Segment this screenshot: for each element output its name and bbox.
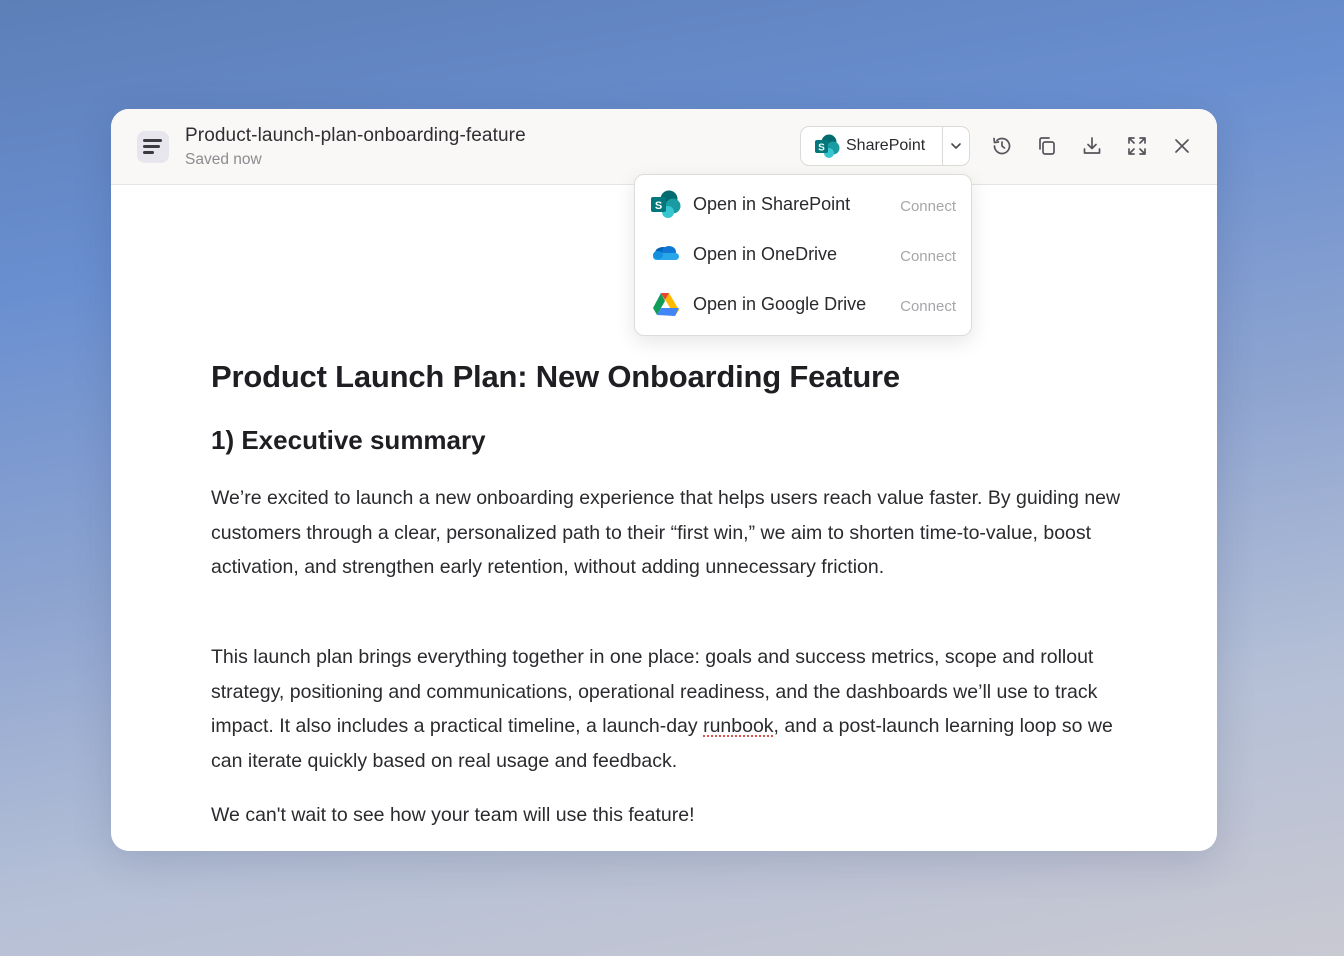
open-in-sharepoint-button[interactable]: S SharePoint — [801, 127, 942, 165]
document-lines-icon — [137, 131, 169, 163]
menu-item-open-in-onedrive[interactable]: Open in OneDrive Connect — [635, 229, 971, 279]
history-icon — [993, 137, 1011, 155]
document-heading: Product Launch Plan: New Onboarding Feat… — [211, 359, 900, 394]
menu-item-label: Open in SharePoint — [693, 194, 851, 214]
connect-link[interactable]: Connect — [900, 248, 956, 265]
document-title: Product-launch-plan-onboarding-feature — [185, 125, 526, 146]
spellcheck-flagged-word[interactable]: runbook — [703, 715, 773, 737]
paragraph: We’re excited to launch a new onboarding… — [211, 487, 1121, 578]
paragraph: We can't wait to see how your team will … — [211, 804, 695, 826]
copy-button[interactable] — [1035, 134, 1059, 158]
history-button[interactable] — [990, 134, 1014, 158]
open-in-menu-toggle[interactable] — [943, 127, 969, 165]
menu-item-open-in-sharepoint[interactable]: S Open in SharePoint Connect — [635, 179, 971, 229]
open-in-label: SharePoint — [846, 137, 926, 154]
paragraph: This launch plan brings everything toget… — [211, 640, 1121, 778]
close-icon — [1175, 139, 1189, 153]
expand-button[interactable] — [1125, 134, 1149, 158]
open-in-dropdown-menu: S Open in SharePoint Connect Open in One… — [634, 174, 972, 336]
sharepoint-icon: S — [650, 190, 682, 218]
expand-icon — [1128, 137, 1146, 155]
google-drive-icon — [650, 290, 682, 318]
svg-text:S: S — [655, 200, 662, 212]
save-status: Saved now — [185, 151, 262, 168]
chevron-down-icon — [951, 143, 961, 149]
open-in-split-button: S SharePoint — [800, 126, 970, 166]
menu-item-label: Open in OneDrive — [693, 244, 838, 264]
svg-text:S: S — [818, 143, 825, 154]
connect-link[interactable]: Connect — [900, 198, 956, 215]
connect-link[interactable]: Connect — [900, 298, 956, 315]
download-button[interactable] — [1080, 134, 1104, 158]
onedrive-icon — [650, 240, 682, 268]
menu-item-open-in-google-drive[interactable]: Open in Google Drive Connect — [635, 279, 971, 329]
sharepoint-icon: S — [814, 134, 840, 163]
menu-item-label: Open in Google Drive — [693, 294, 867, 314]
download-icon — [1083, 137, 1101, 154]
close-button[interactable] — [1170, 134, 1194, 158]
section-heading: 1) Executive summary — [211, 425, 486, 455]
copy-icon — [1039, 137, 1055, 155]
